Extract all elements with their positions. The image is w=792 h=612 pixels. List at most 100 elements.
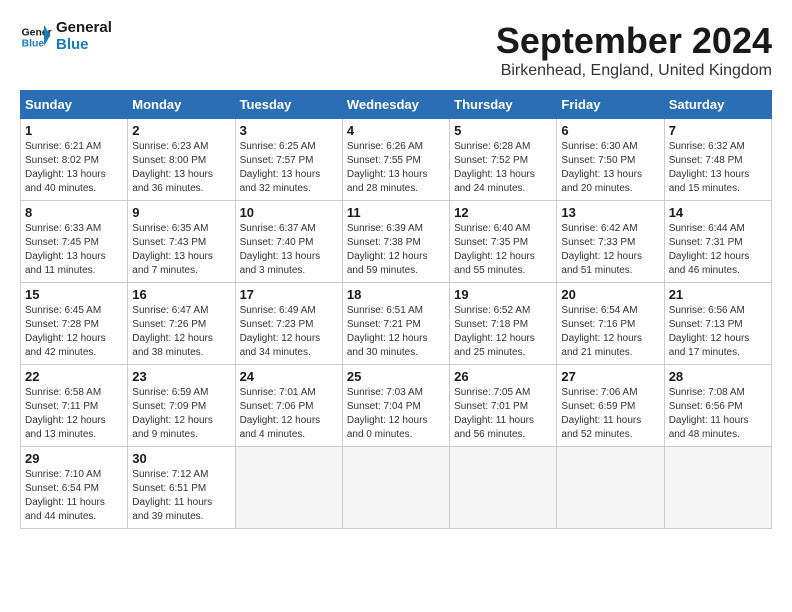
logo-blue-text: Blue: [56, 37, 112, 54]
calendar-cell: 22 Sunrise: 6:58 AM Sunset: 7:11 PM Dayli…: [21, 365, 128, 447]
day-info: Sunrise: 6:26 AM Sunset: 7:55 PM Dayligh…: [347, 140, 445, 196]
day-number: 8: [25, 205, 123, 220]
day-info: Sunrise: 6:51 AM Sunset: 7:21 PM Dayligh…: [347, 304, 445, 360]
title-area: September 2024 Birkenhead, England, Unit…: [496, 20, 772, 80]
day-header-thursday: Thursday: [450, 91, 557, 119]
day-header-saturday: Saturday: [664, 91, 771, 119]
day-number: 5: [454, 123, 552, 138]
calendar-cell: 13 Sunrise: 6:42 AM Sunset: 7:33 PM Dayli…: [557, 201, 664, 283]
calendar-cell: 7Sunrise: 6:32 AM Sunset: 7:48 PM Daylig…: [664, 119, 771, 201]
day-info: Sunrise: 6:23 AM Sunset: 8:00 PM Dayligh…: [132, 140, 230, 196]
day-number: 14: [669, 205, 767, 220]
day-info: Sunrise: 6:35 AM Sunset: 7:43 PM Dayligh…: [132, 222, 230, 278]
calendar-cell: 27 Sunrise: 7:06 AM Sunset: 6:59 PM Dayli…: [557, 365, 664, 447]
day-info: Sunrise: 7:03 AM Sunset: 7:04 PM Dayligh…: [347, 386, 445, 442]
calendar-cell: 18 Sunrise: 6:51 AM Sunset: 7:21 PM Dayli…: [342, 283, 449, 365]
day-number: 1: [25, 123, 123, 138]
calendar-cell: 15Sunrise: 6:45 AM Sunset: 7:28 PM Dayli…: [21, 283, 128, 365]
day-info: Sunrise: 6:42 AM Sunset: 7:33 PM Dayligh…: [561, 222, 659, 278]
calendar-cell: 8 Sunrise: 6:33 AM Sunset: 7:45 PM Daylig…: [21, 201, 128, 283]
calendar-table: SundayMondayTuesdayWednesdayThursdayFrid…: [20, 90, 772, 529]
day-info: Sunrise: 6:58 AM Sunset: 7:11 PM Dayligh…: [25, 386, 123, 442]
day-header-friday: Friday: [557, 91, 664, 119]
day-number: 30: [132, 451, 230, 466]
header-row: SundayMondayTuesdayWednesdayThursdayFrid…: [21, 91, 772, 119]
day-info: Sunrise: 6:56 AM Sunset: 7:13 PM Dayligh…: [669, 304, 767, 360]
week-row-2: 8 Sunrise: 6:33 AM Sunset: 7:45 PM Daylig…: [21, 201, 772, 283]
day-number: 27: [561, 369, 659, 384]
day-number: 24: [240, 369, 338, 384]
day-number: 25: [347, 369, 445, 384]
week-row-5: 29 Sunrise: 7:10 AM Sunset: 6:54 PM Dayli…: [21, 447, 772, 529]
day-info: Sunrise: 7:10 AM Sunset: 6:54 PM Dayligh…: [25, 468, 123, 524]
calendar-cell: 11Sunrise: 6:39 AM Sunset: 7:38 PM Dayli…: [342, 201, 449, 283]
calendar-cell: 5 Sunrise: 6:28 AM Sunset: 7:52 PM Daylig…: [450, 119, 557, 201]
day-info: Sunrise: 6:21 AM Sunset: 8:02 PM Dayligh…: [25, 140, 123, 196]
day-number: 11: [347, 205, 445, 220]
day-number: 26: [454, 369, 552, 384]
calendar-cell: 25 Sunrise: 7:03 AM Sunset: 7:04 PM Dayli…: [342, 365, 449, 447]
calendar-cell: [557, 447, 664, 529]
calendar-cell: 23Sunrise: 6:59 AM Sunset: 7:09 PM Dayli…: [128, 365, 235, 447]
day-header-wednesday: Wednesday: [342, 91, 449, 119]
week-row-3: 15Sunrise: 6:45 AM Sunset: 7:28 PM Dayli…: [21, 283, 772, 365]
day-header-tuesday: Tuesday: [235, 91, 342, 119]
day-number: 3: [240, 123, 338, 138]
day-number: 19: [454, 287, 552, 302]
header: General Blue General Blue September 2024…: [20, 20, 772, 80]
day-number: 13: [561, 205, 659, 220]
calendar-cell: 10Sunrise: 6:37 AM Sunset: 7:40 PM Dayli…: [235, 201, 342, 283]
calendar-cell: 29 Sunrise: 7:10 AM Sunset: 6:54 PM Dayli…: [21, 447, 128, 529]
day-info: Sunrise: 7:05 AM Sunset: 7:01 PM Dayligh…: [454, 386, 552, 442]
calendar-cell: 9 Sunrise: 6:35 AM Sunset: 7:43 PM Daylig…: [128, 201, 235, 283]
calendar-cell: 20Sunrise: 6:54 AM Sunset: 7:16 PM Dayli…: [557, 283, 664, 365]
day-number: 23: [132, 369, 230, 384]
calendar-cell: 26 Sunrise: 7:05 AM Sunset: 7:01 PM Dayli…: [450, 365, 557, 447]
calendar-cell: 21 Sunrise: 6:56 AM Sunset: 7:13 PM Dayli…: [664, 283, 771, 365]
week-row-1: 1 Sunrise: 6:21 AM Sunset: 8:02 PM Daylig…: [21, 119, 772, 201]
logo-icon: General Blue: [20, 21, 52, 53]
day-info: Sunrise: 6:44 AM Sunset: 7:31 PM Dayligh…: [669, 222, 767, 278]
day-number: 15: [25, 287, 123, 302]
day-number: 16: [132, 287, 230, 302]
calendar-cell: 2 Sunrise: 6:23 AM Sunset: 8:00 PM Daylig…: [128, 119, 235, 201]
day-header-sunday: Sunday: [21, 91, 128, 119]
logo: General Blue General Blue: [20, 20, 112, 53]
day-number: 2: [132, 123, 230, 138]
day-info: Sunrise: 7:06 AM Sunset: 6:59 PM Dayligh…: [561, 386, 659, 442]
day-info: Sunrise: 6:28 AM Sunset: 7:52 PM Dayligh…: [454, 140, 552, 196]
day-info: Sunrise: 7:01 AM Sunset: 7:06 PM Dayligh…: [240, 386, 338, 442]
calendar-cell: 14 Sunrise: 6:44 AM Sunset: 7:31 PM Dayli…: [664, 201, 771, 283]
day-number: 29: [25, 451, 123, 466]
calendar-cell: 16 Sunrise: 6:47 AM Sunset: 7:26 PM Dayli…: [128, 283, 235, 365]
calendar-cell: [235, 447, 342, 529]
svg-text:Blue: Blue: [22, 38, 45, 49]
calendar-cell: 3 Sunrise: 6:25 AM Sunset: 7:57 PM Daylig…: [235, 119, 342, 201]
day-number: 18: [347, 287, 445, 302]
day-info: Sunrise: 6:33 AM Sunset: 7:45 PM Dayligh…: [25, 222, 123, 278]
day-info: Sunrise: 7:08 AM Sunset: 6:56 PM Dayligh…: [669, 386, 767, 442]
day-number: 28: [669, 369, 767, 384]
calendar-cell: 24 Sunrise: 7:01 AM Sunset: 7:06 PM Dayli…: [235, 365, 342, 447]
day-info: Sunrise: 6:49 AM Sunset: 7:23 PM Dayligh…: [240, 304, 338, 360]
day-info: Sunrise: 6:32 AM Sunset: 7:48 PM Dayligh…: [669, 140, 767, 196]
day-number: 17: [240, 287, 338, 302]
calendar-cell: [450, 447, 557, 529]
calendar-cell: [664, 447, 771, 529]
day-info: Sunrise: 6:47 AM Sunset: 7:26 PM Dayligh…: [132, 304, 230, 360]
calendar-cell: 17 Sunrise: 6:49 AM Sunset: 7:23 PM Dayli…: [235, 283, 342, 365]
day-number: 9: [132, 205, 230, 220]
day-number: 4: [347, 123, 445, 138]
calendar-cell: 28 Sunrise: 7:08 AM Sunset: 6:56 PM Dayli…: [664, 365, 771, 447]
day-info: Sunrise: 7:12 AM Sunset: 6:51 PM Dayligh…: [132, 468, 230, 524]
calendar-cell: 1 Sunrise: 6:21 AM Sunset: 8:02 PM Daylig…: [21, 119, 128, 201]
day-number: 21: [669, 287, 767, 302]
day-number: 22: [25, 369, 123, 384]
day-number: 10: [240, 205, 338, 220]
week-row-4: 22 Sunrise: 6:58 AM Sunset: 7:11 PM Dayli…: [21, 365, 772, 447]
day-info: Sunrise: 6:25 AM Sunset: 7:57 PM Dayligh…: [240, 140, 338, 196]
month-title: September 2024: [496, 20, 772, 62]
day-info: Sunrise: 6:30 AM Sunset: 7:50 PM Dayligh…: [561, 140, 659, 196]
calendar-cell: 12Sunrise: 6:40 AM Sunset: 7:35 PM Dayli…: [450, 201, 557, 283]
day-number: 20: [561, 287, 659, 302]
